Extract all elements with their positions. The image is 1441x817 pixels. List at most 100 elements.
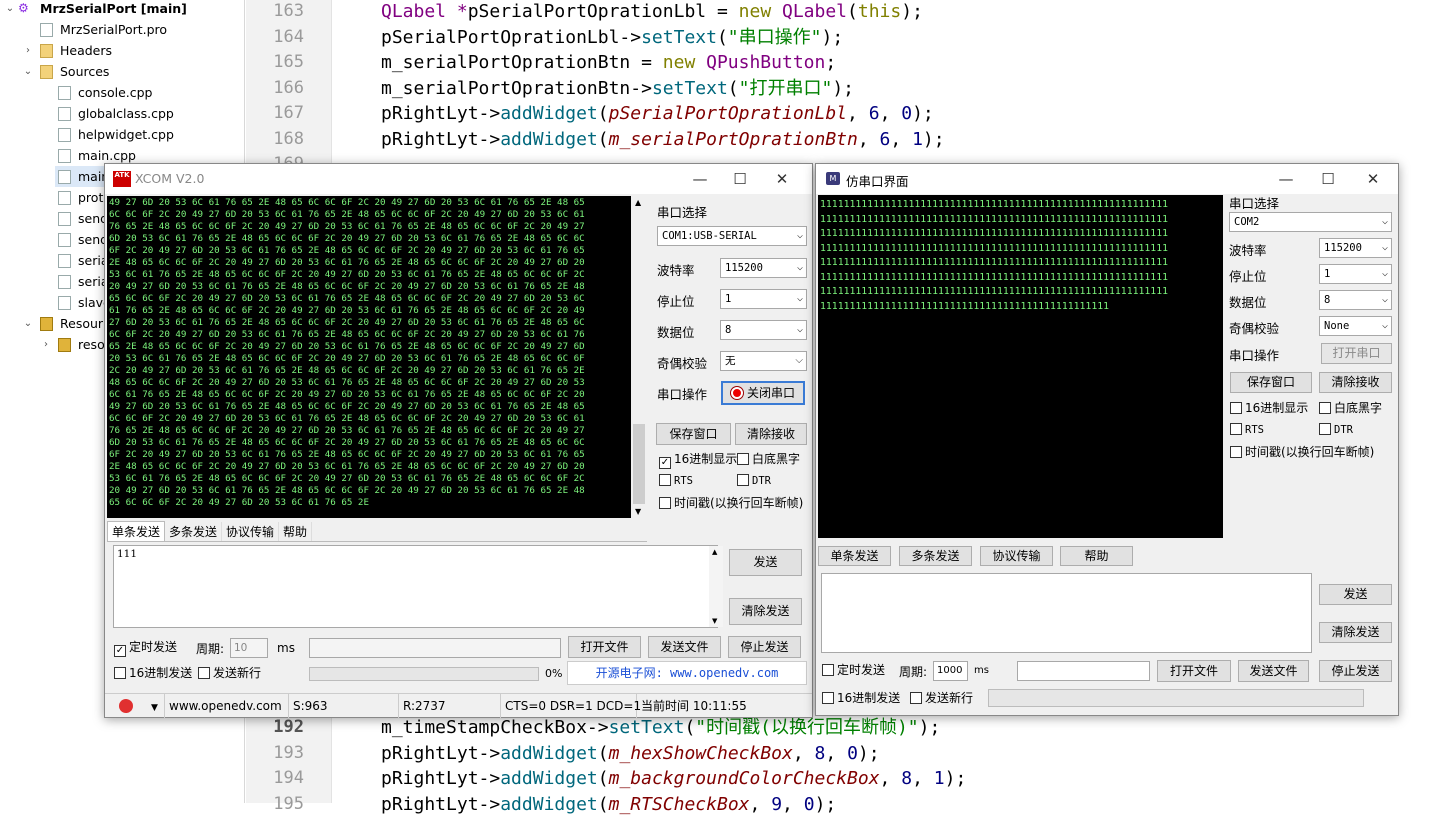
file-path-input[interactable]	[1017, 661, 1150, 681]
tab-1[interactable]: 多条发送	[899, 546, 972, 566]
code-line[interactable]: QLabel *pSerialPortOprationLbl = new QLa…	[381, 0, 923, 24]
hex-send-checkbox[interactable]: 16进制发送	[114, 666, 192, 680]
minimize-icon[interactable]: —	[680, 168, 720, 190]
fake-serial-window[interactable]: M 仿串口界面 — ☐ ✕ 11111111111111111111111111…	[815, 163, 1399, 716]
tree-item[interactable]: MrzSerialPort.pro	[0, 19, 244, 40]
tree-item[interactable]: console.cpp	[0, 82, 244, 103]
save-window-button[interactable]: 保存窗口	[656, 423, 731, 445]
clear-send-button[interactable]: 清除发送	[729, 598, 802, 625]
code-line[interactable]: pRightLyt->addWidget(m_hexShowCheckBox, …	[381, 741, 880, 766]
scroll-up-icon[interactable]: ▲	[635, 198, 641, 207]
xcom-titlebar[interactable]: ATK XCOM V2.0 — ☐ ✕	[105, 164, 812, 194]
hex-send-checkbox[interactable]: 16进制发送	[822, 691, 900, 705]
send-scrollbar[interactable]: ▲ ▼	[709, 546, 723, 627]
code-line[interactable]: m_serialPortOprationBtn->setText("打开串口")…	[381, 76, 854, 101]
hex-display-checkbox[interactable]: ✓ 16进制显示	[659, 452, 737, 469]
send-file-button[interactable]: 发送文件	[648, 636, 721, 658]
tab-1[interactable]: 多条发送	[165, 522, 223, 542]
code-line[interactable]: m_timeStampCheckBox->setText("时间戳(以换行回车断…	[381, 715, 940, 740]
maximize-icon[interactable]: ☐	[720, 168, 760, 190]
data-bits-select[interactable]: 8 ⌵	[1319, 290, 1392, 310]
fake-titlebar[interactable]: M 仿串口界面 — ☐ ✕	[816, 164, 1398, 194]
parity-select[interactable]: None ⌵	[1319, 316, 1392, 336]
send-button[interactable]: 发送	[1319, 584, 1392, 605]
tab-0[interactable]: 单条发送	[818, 546, 891, 566]
clear-receive-button[interactable]: 清除接收	[735, 423, 807, 445]
receive-scrollbar[interactable]: ▲ ▼	[631, 196, 647, 518]
tree-item[interactable]: ⌄ Sources	[0, 61, 244, 82]
baud-rate-select[interactable]: 115200 ⌵	[720, 258, 807, 278]
tab-2[interactable]: 协议传输	[980, 546, 1053, 566]
period-input[interactable]: 1000	[933, 661, 968, 681]
chevron-right-icon[interactable]: ›	[40, 334, 52, 355]
maximize-icon[interactable]: ☐	[1308, 168, 1348, 190]
save-window-button[interactable]: 保存窗口	[1230, 372, 1312, 393]
open-port-button[interactable]: 打开串口	[1321, 343, 1392, 364]
scroll-up-icon[interactable]: ▲	[712, 548, 717, 556]
rts-checkbox[interactable]: RTS	[1230, 423, 1264, 437]
chevron-down-icon[interactable]: ⌄	[22, 313, 34, 334]
timed-send-checkbox[interactable]: 定时发送	[822, 663, 885, 677]
status-logo-seg[interactable]: ▼	[105, 694, 165, 718]
stop-bits-select[interactable]: 1 ⌵	[720, 289, 807, 309]
tree-item[interactable]: globalclass.cpp	[0, 103, 244, 124]
send-newline-checkbox[interactable]: 发送新行	[910, 691, 973, 705]
tab-0[interactable]: 单条发送	[107, 521, 166, 542]
send-button[interactable]: 发送	[729, 549, 802, 576]
fake-receive-display[interactable]: 1111111111111111111111111111111111111111…	[818, 195, 1223, 538]
data-bits-select[interactable]: 8 ⌵	[720, 320, 807, 340]
scroll-down-icon[interactable]: ▼	[712, 617, 717, 625]
timed-send-checkbox[interactable]: ✓ 定时发送	[114, 640, 177, 657]
send-input[interactable]	[821, 573, 1312, 653]
promo-link[interactable]: 开源电子网: www.openedv.com	[567, 661, 807, 685]
chevron-right-icon[interactable]: ›	[22, 40, 34, 61]
tab-3[interactable]: 帮助	[1060, 546, 1133, 566]
clear-send-button[interactable]: 清除发送	[1319, 622, 1392, 643]
timestamp-checkbox[interactable]: 时间戳(以换行回车断帧)	[1230, 445, 1374, 459]
xcom-window[interactable]: ATK XCOM V2.0 — ☐ ✕ 49 27 6D 20 53 6C 61…	[104, 163, 813, 718]
send-newline-checkbox[interactable]: 发送新行	[198, 666, 261, 680]
stop-send-button[interactable]: 停止发送	[1319, 660, 1392, 682]
code-line[interactable]: pRightLyt->addWidget(pSerialPortOpration…	[381, 101, 934, 126]
minimize-icon[interactable]: —	[1266, 168, 1306, 190]
period-input[interactable]: 10	[230, 638, 268, 658]
timestamp-checkbox[interactable]: 时间戳(以换行回车断帧)	[659, 496, 803, 510]
close-icon[interactable]: ✕	[1353, 168, 1393, 190]
hex-display-checkbox[interactable]: 16进制显示	[1230, 401, 1308, 415]
stop-send-button[interactable]: 停止发送	[728, 636, 801, 658]
file-path-input[interactable]	[309, 638, 561, 658]
open-file-button[interactable]: 打开文件	[568, 636, 641, 658]
close-icon[interactable]: ✕	[762, 168, 802, 190]
send-file-button[interactable]: 发送文件	[1238, 660, 1309, 682]
tree-item[interactable]: helpwidget.cpp	[0, 124, 244, 145]
white-bg-checkbox[interactable]: 白底黑字	[1319, 401, 1382, 415]
tree-item[interactable]: ⌄ ⚙ MrzSerialPort [main]	[0, 0, 244, 19]
chevron-down-icon[interactable]: ⌄	[22, 61, 34, 82]
scroll-down-icon[interactable]: ▼	[635, 507, 641, 516]
receive-display[interactable]: 49 27 6D 20 53 6C 61 76 65 2E 48 65 6C 6…	[107, 196, 631, 518]
code-line[interactable]: pRightLyt->addWidget(m_backgroundColorCh…	[381, 766, 966, 791]
open-file-button[interactable]: 打开文件	[1157, 660, 1231, 682]
code-line[interactable]: pRightLyt->addWidget(m_serialPortOpratio…	[381, 127, 945, 152]
code-line[interactable]: pRightLyt->addWidget(m_RTSCheckBox, 9, 0…	[381, 792, 836, 817]
port-select[interactable]: COM1:USB-SERIAL ⌵	[657, 226, 807, 246]
stop-bits-select[interactable]: 1 ⌵	[1319, 264, 1392, 284]
dtr-checkbox[interactable]: DTR	[737, 474, 771, 488]
send-tabs[interactable]: 单条发送 多条发送 协议传输 帮助	[107, 521, 313, 542]
code-line[interactable]: m_serialPortOprationBtn = new QPushButto…	[381, 50, 836, 75]
parity-select[interactable]: 无 ⌵	[720, 351, 807, 371]
rts-checkbox[interactable]: RTS	[659, 474, 693, 488]
clear-receive-button[interactable]: 清除接收	[1319, 372, 1392, 393]
close-port-button[interactable]: 关闭串口	[721, 381, 805, 405]
dtr-checkbox[interactable]: DTR	[1319, 423, 1353, 437]
port-select[interactable]: COM2 ⌵	[1229, 212, 1392, 232]
white-bg-checkbox[interactable]: 白底黑字	[737, 452, 800, 466]
chevron-down-icon[interactable]: ⌄	[4, 0, 16, 19]
scroll-thumb[interactable]	[633, 424, 645, 504]
tab-3[interactable]: 帮助	[279, 522, 313, 542]
code-line[interactable]: pSerialPortOprationLbl->setText("串口操作");	[381, 25, 843, 50]
send-input[interactable]: 111	[113, 545, 718, 628]
tree-item[interactable]: › Headers	[0, 40, 244, 61]
status-url[interactable]: www.openedv.com	[165, 694, 289, 718]
tab-2[interactable]: 协议传输	[222, 522, 280, 542]
